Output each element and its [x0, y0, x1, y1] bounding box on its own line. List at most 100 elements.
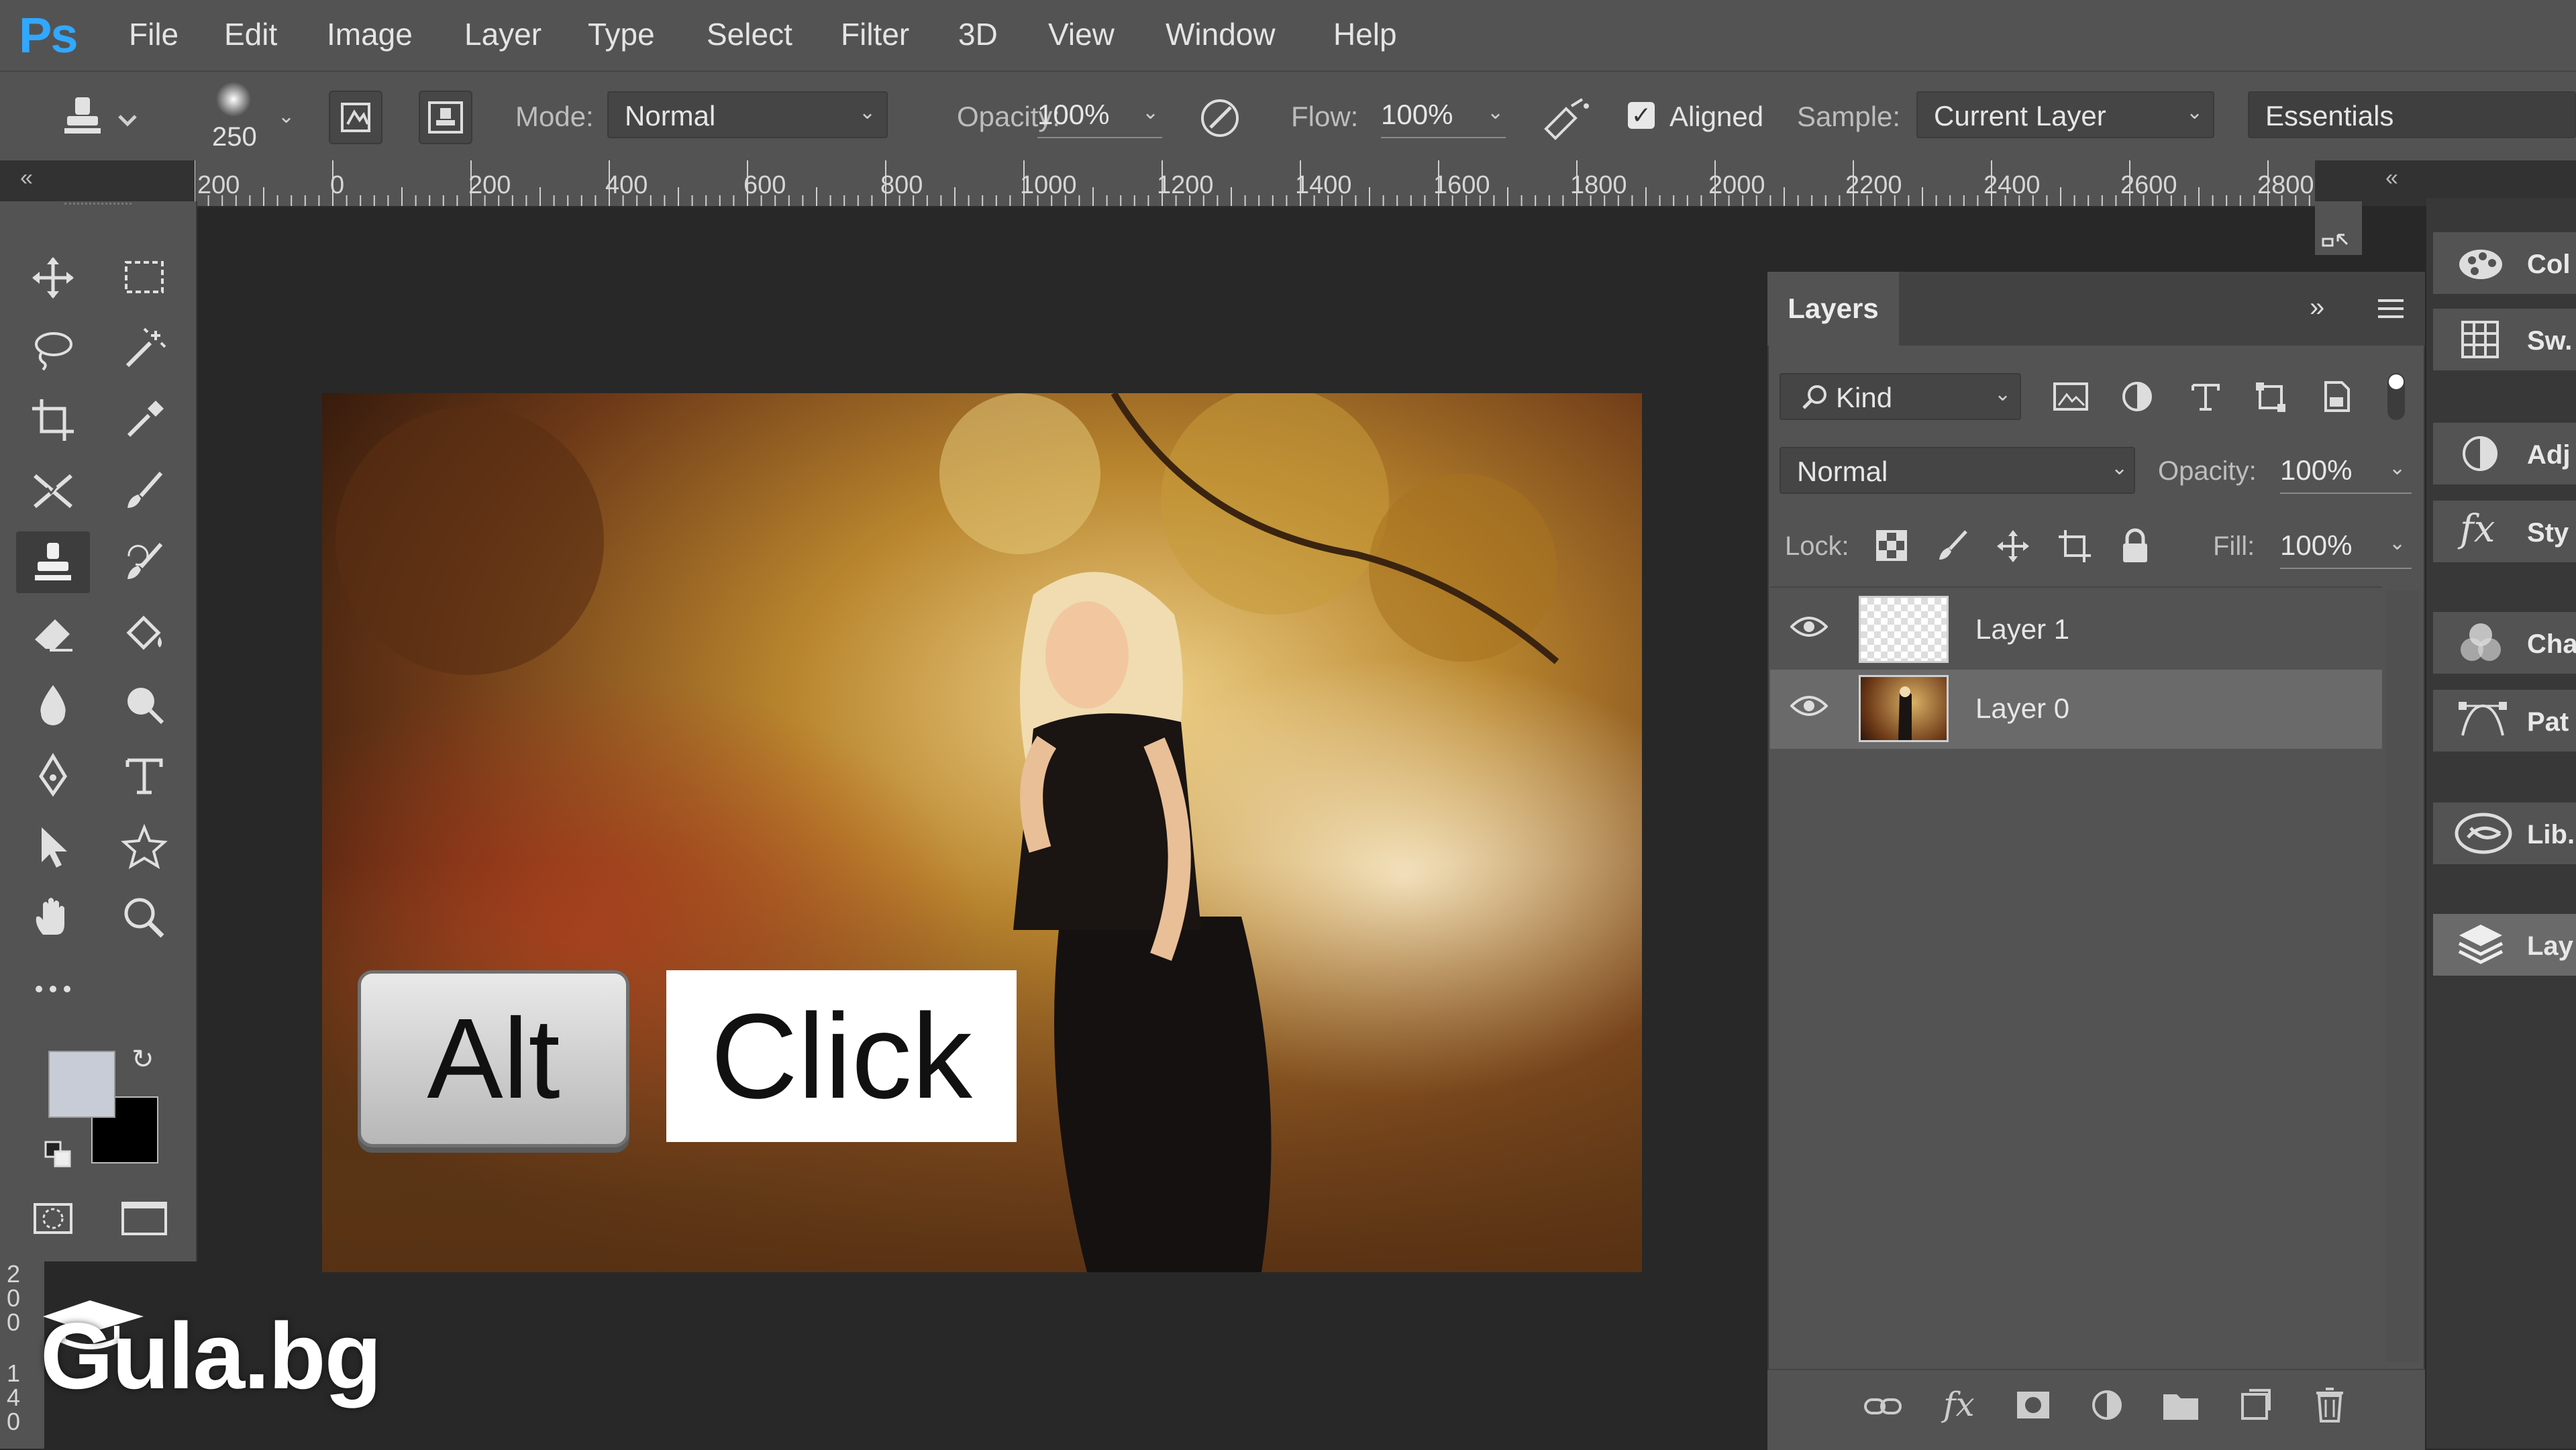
layer-thumbnail — [1859, 675, 1949, 742]
dock-item-paths[interactable]: Pat — [2433, 690, 2576, 752]
layer-opacity-chevron-icon[interactable]: ⌄ — [2389, 456, 2406, 480]
flow-chevron-icon[interactable]: ⌄ — [1487, 101, 1504, 124]
eye-icon[interactable] — [1790, 694, 1828, 718]
magic-wand-tool-icon[interactable] — [107, 318, 181, 380]
clone-stamp-tool-icon[interactable] — [16, 531, 90, 593]
tab-layers[interactable]: Layers — [1767, 272, 1899, 346]
lasso-tool-icon[interactable] — [16, 318, 90, 380]
brush-tool-icon[interactable] — [107, 460, 181, 522]
zoom-tool-icon[interactable] — [107, 887, 181, 949]
collapse-panels-icon[interactable]: « — [2385, 165, 2398, 191]
panel-dock-grip[interactable] — [2315, 201, 2362, 255]
pen-tool-icon[interactable] — [16, 745, 90, 807]
ruler-label: 2400 — [1983, 171, 2041, 199]
layers-scrollbar[interactable] — [2386, 590, 2420, 1362]
crop-tool-icon[interactable] — [16, 389, 90, 451]
history-brush-tool-icon[interactable] — [107, 531, 181, 593]
layer-thumbnail — [1859, 596, 1949, 663]
filter-toggle[interactable] — [2387, 373, 2405, 420]
eye-icon[interactable] — [1790, 615, 1828, 639]
menu-3d[interactable]: 3D — [958, 16, 998, 52]
menu-layer[interactable]: Layer — [464, 16, 542, 52]
more-tools-icon[interactable] — [16, 958, 90, 1020]
brush-picker-chevron-icon[interactable]: ⌄ — [278, 105, 295, 128]
dock-item-color[interactable]: Col — [2433, 232, 2576, 294]
menu-filter[interactable]: Filter — [841, 16, 909, 52]
menu-edit[interactable]: Edit — [224, 16, 277, 52]
collapse-toolbar-icon[interactable]: « — [20, 165, 33, 191]
clone-source-panel-icon[interactable] — [419, 91, 472, 144]
blur-tool-icon[interactable] — [16, 674, 90, 735]
menu-type[interactable]: Type — [588, 16, 655, 52]
airbrush-icon[interactable] — [1537, 91, 1594, 142]
dodge-tool-icon[interactable] — [107, 674, 181, 735]
lock-position-icon[interactable] — [1996, 529, 2030, 564]
paint-bucket-tool-icon[interactable] — [107, 603, 181, 664]
dock-item-layers[interactable]: Lay — [2433, 914, 2576, 976]
quick-mask-icon[interactable] — [16, 1188, 90, 1249]
move-tool-icon[interactable] — [16, 247, 90, 309]
lock-all-icon[interactable] — [2119, 527, 2151, 564]
menu-file[interactable]: File — [129, 16, 178, 52]
vertical-ruler[interactable]: 2 0 0 1 4 0 — [0, 1260, 44, 1449]
aligned-checkbox[interactable]: ✓ — [1628, 102, 1655, 129]
eyedropper-tool-icon[interactable] — [107, 389, 181, 451]
dock-item-adjustments[interactable]: Adj — [2433, 423, 2576, 484]
menu-help[interactable]: Help — [1333, 16, 1397, 52]
ruler-label: 200 — [468, 171, 511, 199]
menu-select[interactable]: Select — [707, 16, 792, 52]
dock-item-swatches[interactable]: Sw. — [2433, 309, 2576, 370]
lock-transparency-icon[interactable] — [1875, 529, 1908, 562]
filter-smart-object-icon[interactable] — [2320, 380, 2354, 413]
new-layer-icon[interactable] — [2238, 1388, 2272, 1421]
path-selection-tool-icon[interactable] — [16, 816, 90, 878]
eraser-tool-icon[interactable] — [16, 603, 90, 664]
lock-artboard-icon[interactable] — [2057, 529, 2092, 564]
fill-chevron-icon[interactable]: ⌄ — [2389, 531, 2406, 555]
menu-view[interactable]: View — [1048, 16, 1115, 52]
brush-preview-icon[interactable] — [213, 79, 254, 119]
workspace-switcher[interactable]: Essentials — [2248, 91, 2576, 138]
filter-type-icon[interactable] — [2189, 380, 2222, 413]
healing-brush-tool-icon[interactable] — [16, 460, 90, 522]
opacity-chevron-icon[interactable]: ⌄ — [1142, 101, 1159, 124]
type-tool-icon[interactable] — [107, 745, 181, 807]
add-mask-icon[interactable] — [2016, 1390, 2051, 1420]
layer-style-icon[interactable]: fx — [1943, 1385, 1975, 1424]
pressure-opacity-icon[interactable] — [1194, 91, 1245, 142]
link-layers-icon[interactable] — [1863, 1392, 1903, 1421]
new-group-icon[interactable] — [2162, 1389, 2200, 1421]
filter-shape-icon[interactable] — [2253, 380, 2288, 415]
swap-colors-icon[interactable]: ↻ — [132, 1044, 154, 1075]
fill-label: Fill: — [2213, 531, 2255, 561]
sample-select[interactable]: Current Layer — [1916, 91, 2214, 138]
layer-row-layer-0[interactable]: Layer 0 — [1770, 670, 2382, 749]
foreground-color-swatch[interactable] — [48, 1051, 115, 1118]
toggle-brush-panel-icon[interactable] — [329, 91, 382, 144]
panel-menu-icon[interactable] — [2375, 295, 2406, 322]
custom-shape-tool-icon[interactable] — [107, 816, 181, 878]
clone-stamp-preset-icon[interactable] — [60, 91, 141, 144]
delete-layer-icon[interactable] — [2314, 1386, 2346, 1422]
menu-image[interactable]: Image — [327, 16, 413, 52]
blend-mode-select[interactable]: Normal — [1780, 447, 2135, 494]
new-adjustment-layer-icon[interactable] — [2091, 1389, 2123, 1421]
screen-mode-icon[interactable] — [107, 1188, 181, 1249]
menu-window[interactable]: Window — [1166, 16, 1276, 52]
mode-select[interactable]: Normal — [607, 91, 888, 138]
hand-tool-icon[interactable] — [16, 887, 90, 949]
filter-adjustment-icon[interactable] — [2120, 380, 2154, 413]
toolbar-grip[interactable] — [64, 203, 132, 211]
reset-colors-icon[interactable] — [44, 1141, 74, 1170]
marquee-tool-icon[interactable] — [107, 247, 181, 309]
lock-pixels-icon[interactable] — [1937, 529, 1970, 562]
dock-item-libraries[interactable]: Lib. — [2433, 802, 2576, 864]
layer-name[interactable]: Layer 1 — [1975, 613, 2069, 645]
dock-item-channels[interactable]: Cha — [2433, 612, 2576, 674]
collapse-panel-icon[interactable]: » — [2310, 293, 2324, 323]
horizontal-ruler[interactable]: 200 0 200 400 600 800 1000 1200 1400 160… — [195, 160, 2315, 207]
dock-item-styles[interactable]: fx Sty — [2433, 501, 2576, 562]
layer-row-layer-1[interactable]: Layer 1 — [1770, 590, 2382, 670]
filter-pixel-icon[interactable] — [2052, 380, 2090, 413]
layer-name[interactable]: Layer 0 — [1975, 692, 2069, 725]
